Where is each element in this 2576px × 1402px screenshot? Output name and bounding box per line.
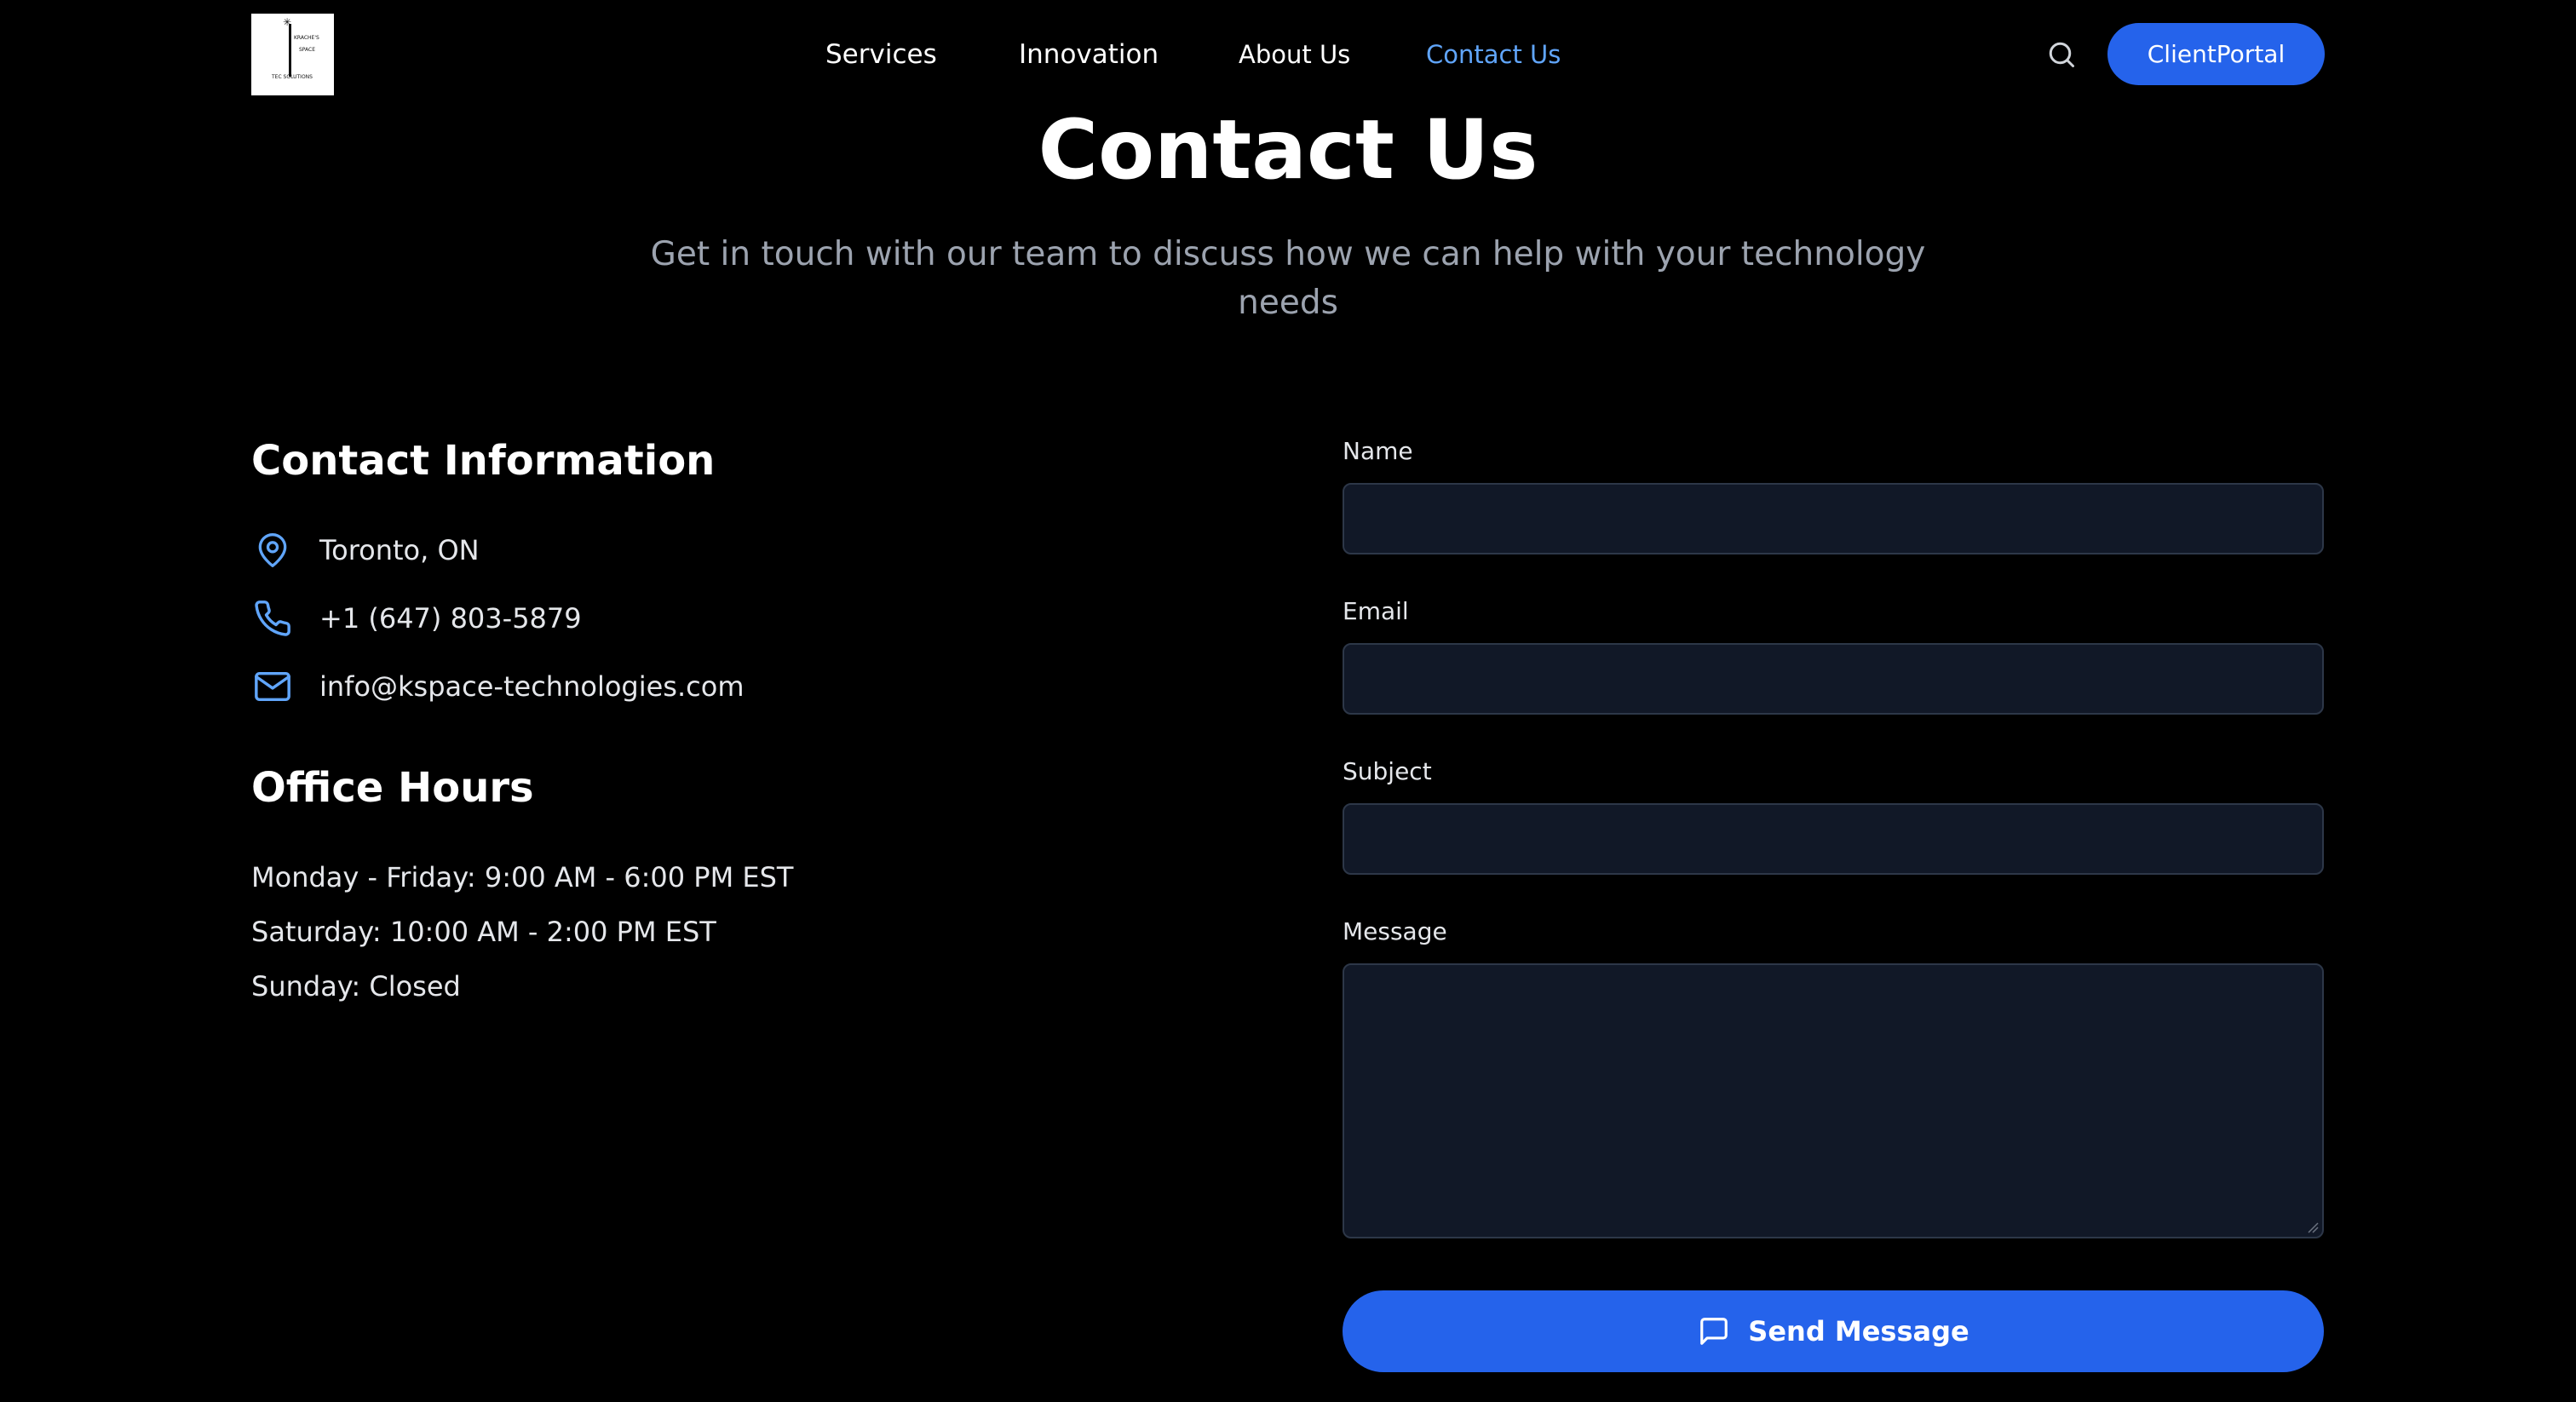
subject-field[interactable] (1343, 803, 2324, 875)
nav-link-innovation[interactable]: Innovation (1019, 34, 1159, 75)
contact-email-text[interactable]: info@kspace-technologies.com (319, 670, 744, 703)
logo-text-line-1: KRACHE'S (294, 35, 319, 41)
nav-link-contact-us[interactable]: Contact Us (1426, 34, 1561, 75)
mail-icon (251, 665, 294, 708)
message-textarea[interactable] (1343, 963, 2324, 1238)
site-logo[interactable]: ✳ KRACHE'S SPACE TEC SOLUTIONS (251, 14, 334, 95)
page-title: Contact Us (1038, 102, 1538, 198)
nav-link-services[interactable]: Services (825, 34, 937, 75)
email-field[interactable] (1343, 643, 2324, 715)
search-button[interactable] (2043, 36, 2080, 73)
send-message-label: Send Message (1748, 1315, 1969, 1347)
name-label: Name (1343, 437, 1413, 465)
office-hours-sunday: Sunday: Closed (251, 970, 461, 1003)
contact-phone-text[interactable]: +1 (647) 803-5879 (319, 602, 582, 635)
office-hours-weekdays: Monday - Friday: 9:00 AM - 6:00 PM EST (251, 861, 794, 893)
office-hours-saturday: Saturday: 10:00 AM - 2:00 PM EST (251, 916, 716, 948)
contact-information-heading: Contact Information (251, 437, 716, 485)
logo-text-line-2: SPACE (299, 47, 316, 53)
logo-mark (289, 24, 291, 77)
logo-text-line-3: TEC SOLUTIONS (272, 74, 313, 80)
send-message-button[interactable]: Send Message (1343, 1290, 2324, 1372)
map-pin-icon (251, 529, 294, 572)
client-portal-button[interactable]: ClientPortal (2107, 23, 2325, 85)
name-field[interactable] (1343, 483, 2324, 554)
subject-label: Subject (1343, 757, 1432, 785)
contact-location-text: Toronto, ON (319, 534, 480, 566)
phone-icon (251, 597, 294, 640)
message-square-icon (1697, 1314, 1731, 1348)
search-icon (2049, 42, 2074, 67)
contact-location-row: Toronto, ON (251, 528, 480, 572)
contact-email-row[interactable]: info@kspace-technologies.com (251, 664, 744, 709)
page-subtitle: Get in touch with our team to discuss ho… (650, 235, 1926, 322)
office-hours-heading: Office Hours (251, 764, 534, 812)
contact-phone-row[interactable]: +1 (647) 803-5879 (251, 596, 582, 641)
email-label: Email (1343, 597, 1409, 625)
textarea-resize-handle[interactable] (2307, 1221, 2319, 1233)
nav-link-about-us[interactable]: About Us (1239, 34, 1350, 75)
message-label: Message (1343, 917, 1447, 945)
